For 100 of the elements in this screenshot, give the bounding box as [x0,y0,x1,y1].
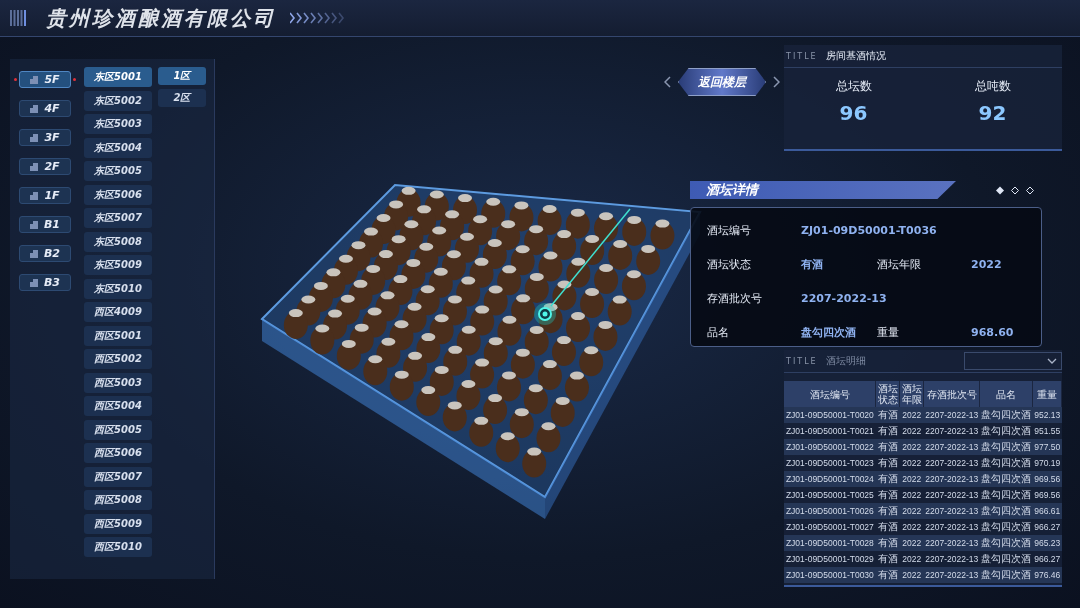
table-cell: 2207-2022-13 [923,455,980,471]
table-cell: 盘勾四次酒 [979,471,1033,487]
metric-label: 总坛数 [835,78,872,95]
table-cell: 盘勾四次酒 [979,567,1033,583]
table-cell: 盘勾四次酒 [979,535,1033,551]
caret-icon [1047,358,1057,364]
table-cell: 952.13 [1032,407,1062,423]
room-button[interactable]: 西区5002 [84,349,152,369]
field-value: 2207-2022-13 [801,291,887,305]
table-cell: ZJ01-09D50001-T0030 [784,567,876,583]
table-cell: 2207-2022-13 [923,519,980,535]
table-cell: 966.61 [1032,503,1062,519]
dropdown-field[interactable] [964,352,1062,370]
room-button[interactable]: 东区5010 [84,278,152,299]
room-button[interactable]: 西区4009 [84,302,152,322]
table-cell: ZJ01-09D50001-T0028 [784,535,876,551]
table-cell: 970.19 [1032,455,1062,471]
table-cell: 盘勾四次酒 [979,519,1033,535]
table-cell: 盘勾四次酒 [979,439,1033,455]
room-button[interactable]: 东区5009 [84,255,152,275]
room-button[interactable]: 东区5004 [84,137,152,158]
table-cell: 2207-2022-13 [923,407,980,423]
chevrons-icon [290,12,346,24]
table-cell: 盘勾四次酒 [979,503,1033,519]
table-cell: 2207-2022-13 [923,567,980,583]
room-button[interactable]: 东区5008 [84,231,152,252]
column-header: 酒坛年限 [899,381,924,407]
floor-button[interactable]: 2F [19,158,71,175]
room-button[interactable]: 西区5009 [84,513,152,534]
table-cell: 盘勾四次酒 [979,487,1033,503]
table-cell: ZJ01-09D50001-T0029 [784,551,876,567]
zone-button[interactable]: 2区 [158,89,206,107]
table-cell: 2207-2022-13 [923,503,980,519]
room-button[interactable]: 西区5003 [84,372,152,393]
table-cell: 2022 [899,567,924,583]
field-value: 2022 [971,257,1003,271]
field-label: 酒坛状态 [707,256,752,272]
table-cell: 951.55 [1032,423,1062,439]
table-cell: ZJ01-09D50001-T0026 [784,503,876,519]
table-cell: 2022 [899,519,924,535]
table-cell: ZJ01-09D50001-T0022 [784,439,876,455]
table-cell: 966.27 [1032,551,1062,567]
field-value: 968.60 [971,325,1015,339]
field-label: 存酒批次号 [707,290,763,306]
return-button[interactable]: 返回楼层 [678,68,766,96]
table-cell: 2207-2022-13 [923,423,980,439]
location-marker-icon[interactable] [534,303,556,325]
floor-button[interactable]: B3 [19,274,71,291]
metric-value: 96 [839,101,868,125]
table-cell: 有酒 [875,567,900,583]
table-cell: 969.56 [1032,487,1062,503]
room-button[interactable]: 西区5006 [84,443,152,463]
floor-button[interactable]: 3F [19,129,71,146]
table-cell: ZJ01-09D50001-T0024 [784,471,876,487]
floor-button[interactable]: 5F [19,71,71,88]
room-button[interactable]: 西区5010 [84,537,152,557]
panel-title: 酒坛明细 [825,354,866,368]
table-cell: 盘勾四次酒 [979,423,1033,439]
panel-tag: TITLE [786,356,818,366]
room-button[interactable]: 西区5005 [84,419,152,440]
building-icon [30,191,39,200]
table-cell: 2022 [899,423,924,439]
building-icon [30,104,39,113]
room-button[interactable]: 西区5008 [84,490,152,510]
room-button[interactable]: 东区5002 [84,90,152,111]
table-cell: 有酒 [875,535,900,551]
table-cell: ZJ01-09D50001-T0023 [784,455,876,471]
building-icon [30,75,39,84]
chevron-left-icon[interactable] [664,76,672,88]
table-cell: 2207-2022-13 [923,487,980,503]
floor-button[interactable]: B1 [19,216,71,233]
table-cell: ZJ01-09D50001-T0025 [784,487,876,503]
room-button[interactable]: 东区5001 [84,67,152,87]
room-button[interactable]: 西区5004 [84,396,152,416]
table-cell: 有酒 [875,551,900,567]
floor-button[interactable]: 4F [19,100,71,117]
floor-button[interactable]: B2 [19,245,71,262]
room-button[interactable]: 西区5007 [84,466,152,487]
field-label: 品名 [707,324,730,340]
table-cell: 有酒 [875,407,900,423]
building-icon [29,249,38,258]
room-button[interactable]: 东区5007 [84,208,152,228]
room-button[interactable]: 东区5003 [84,114,152,134]
column-header: 品名 [979,381,1033,407]
room-button[interactable]: 西区5001 [84,325,152,346]
table-cell: 2207-2022-13 [923,439,980,455]
building-icon [30,133,39,142]
table-cell: 有酒 [875,455,900,471]
table-cell: 977.50 [1032,439,1062,455]
table-cell: 976.46 [1032,567,1062,583]
table-cell: 盘勾四次酒 [979,407,1033,423]
floor-button[interactable]: 1F [19,187,71,204]
room-button[interactable]: 东区5006 [84,184,152,205]
table-cell: 965.23 [1032,535,1062,551]
room-button[interactable]: 东区5005 [84,161,152,181]
panel-tag: TITLE [786,51,818,61]
zone-button[interactable]: 1区 [158,67,206,85]
table-cell: 2022 [899,471,924,487]
column-header: 酒坛编号 [784,381,876,407]
chevron-right-icon[interactable] [772,76,780,88]
